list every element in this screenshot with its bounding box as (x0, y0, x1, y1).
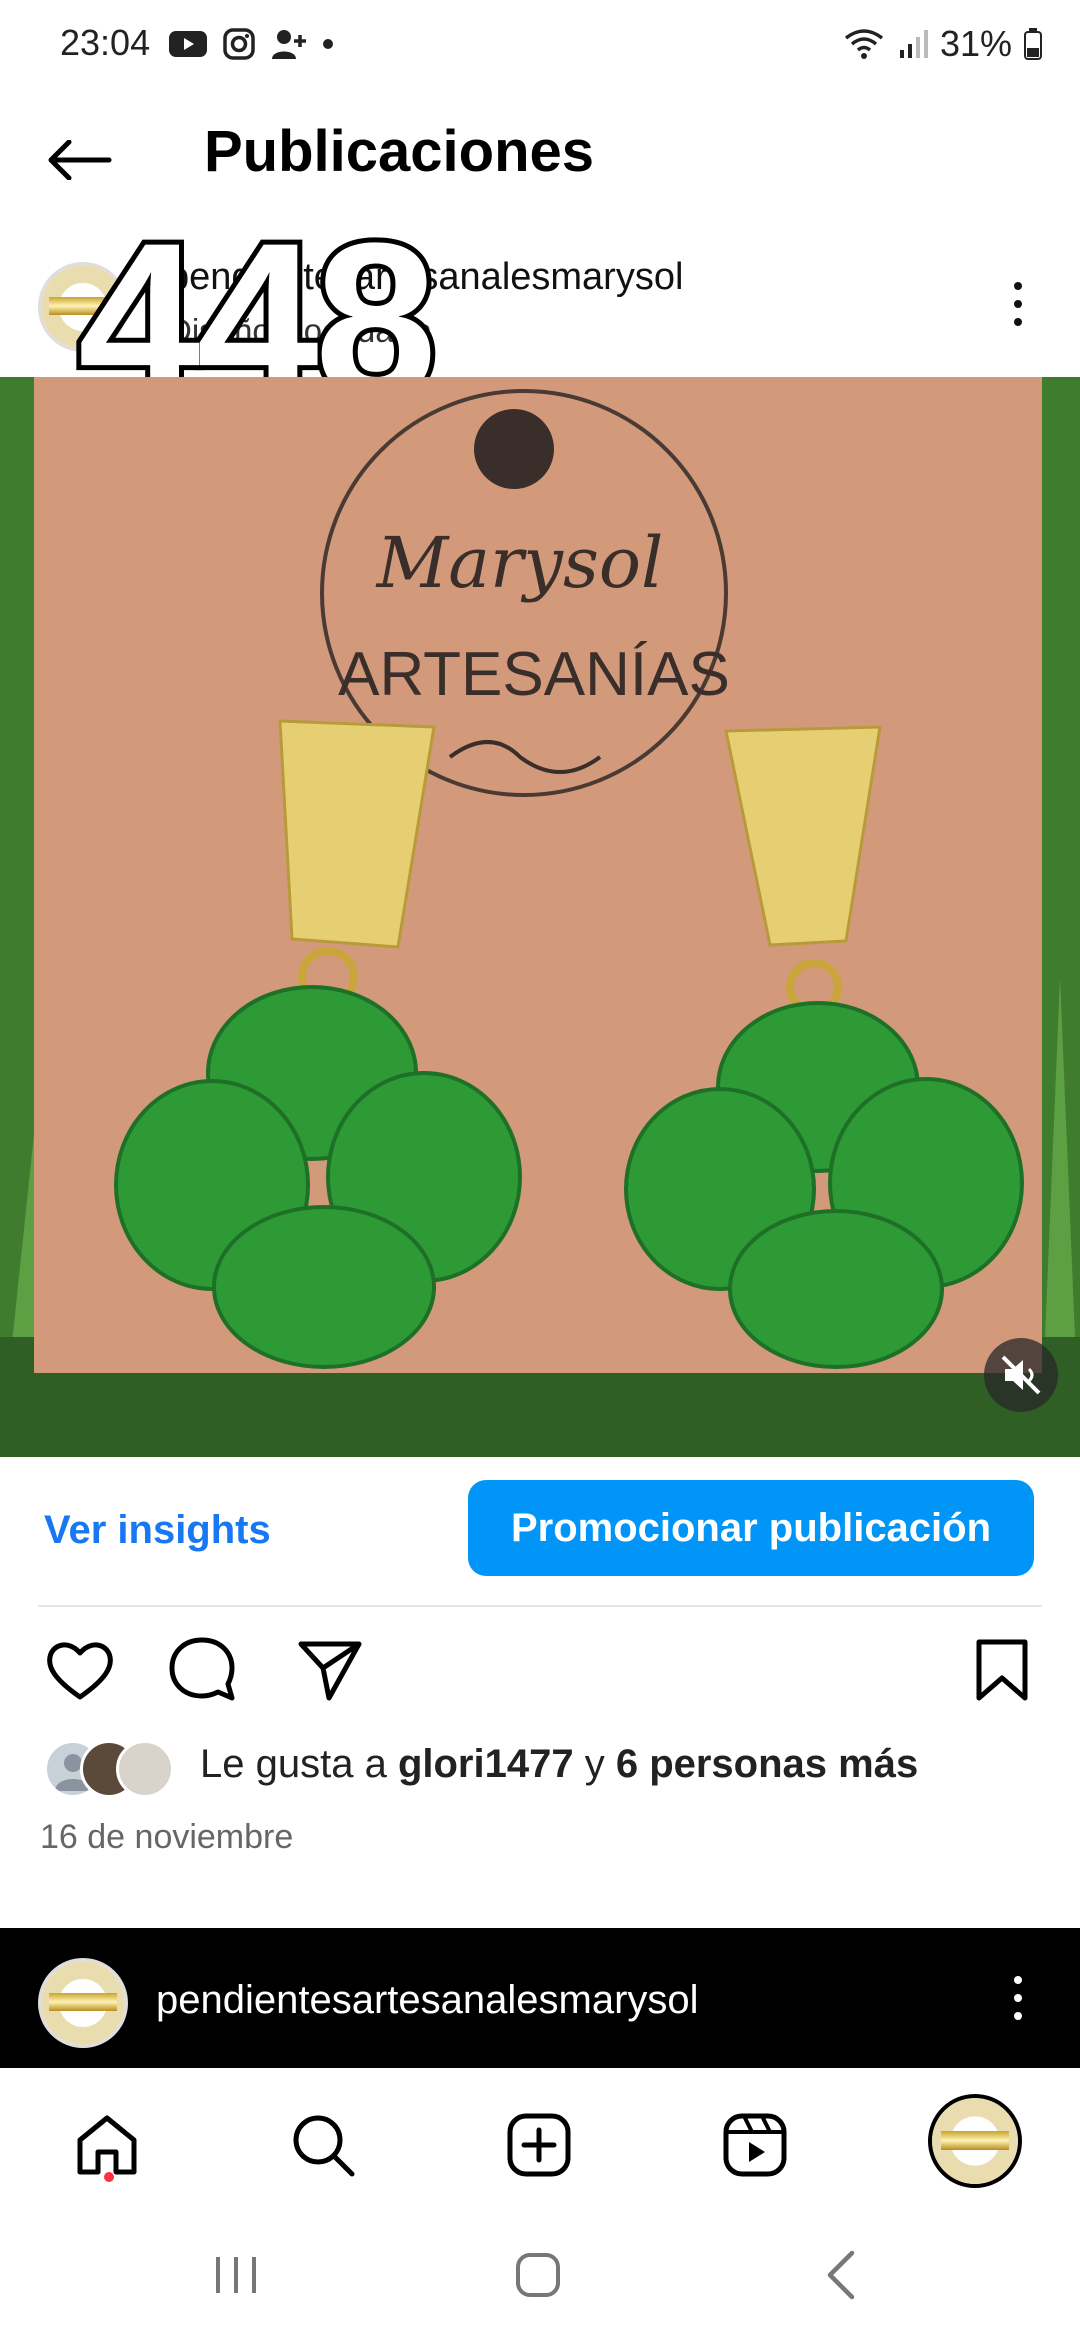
back-button[interactable] (40, 120, 120, 200)
person-add-icon (270, 27, 308, 61)
youtube-icon (168, 29, 208, 59)
recent-apps-icon (212, 2253, 260, 2297)
likes-others[interactable]: 6 personas más (616, 1742, 918, 1786)
comment-button[interactable] (164, 1632, 240, 1708)
home-notification-dot (104, 2172, 114, 2182)
dot-icon (322, 38, 334, 50)
home-icon (74, 2112, 140, 2178)
more-dot-icon (1014, 282, 1022, 290)
liker-avatars[interactable] (44, 1740, 184, 1798)
nav-search[interactable] (278, 2100, 368, 2190)
chevron-left-icon (822, 2249, 862, 2301)
card-brand-name: Marysol (375, 522, 664, 604)
next-post-username[interactable]: pendientesartesanalesmarysol (156, 1978, 699, 2023)
more-dot-icon (1014, 2012, 1022, 2020)
liker-username[interactable]: glori1477 (398, 1742, 574, 1786)
home-square-icon (514, 2251, 562, 2299)
back-system-button[interactable] (802, 2240, 882, 2310)
status-time: 23:04 (60, 22, 151, 63)
save-button[interactable] (964, 1632, 1040, 1708)
post-date: 16 de noviembre (40, 1818, 294, 1856)
recent-apps-button[interactable] (196, 2240, 276, 2310)
more-dot-icon (1014, 1976, 1022, 1984)
post-options-button[interactable] (998, 264, 1038, 344)
signal-icon (898, 28, 928, 60)
more-dot-icon (1014, 1994, 1022, 2002)
comment-bubble-icon (168, 1636, 236, 1704)
instagram-icon (222, 27, 256, 61)
more-dot-icon (1014, 300, 1022, 308)
battery-icon (1024, 28, 1042, 60)
liker-avatar (116, 1740, 174, 1798)
share-button[interactable] (292, 1632, 368, 1708)
view-insights-link[interactable]: Ver insights (44, 1508, 271, 1553)
page-title: Publicaciones (204, 119, 595, 184)
status-icons-left (168, 22, 334, 66)
next-post-options-button[interactable] (998, 1958, 1038, 2038)
paper-plane-icon (297, 1638, 363, 1702)
status-right: 31% (842, 22, 1042, 66)
wifi-icon (842, 26, 886, 62)
card-brand-subtitle: ARTESANÍAS (338, 640, 730, 709)
divider (38, 1605, 1042, 1607)
arrow-left-icon (47, 140, 113, 180)
plus-square-icon (506, 2112, 572, 2178)
search-icon (290, 2112, 356, 2178)
nav-profile[interactable] (928, 2094, 1022, 2188)
battery-text: 31% (939, 23, 1012, 64)
speaker-muted-icon (999, 1353, 1043, 1397)
bookmark-icon (975, 1638, 1029, 1702)
post-image[interactable]: Marysol ARTESANÍAS (0, 377, 1080, 1457)
more-dot-icon (1014, 318, 1022, 326)
reels-icon (722, 2112, 788, 2178)
home-system-button[interactable] (498, 2240, 578, 2310)
nav-reels[interactable] (710, 2100, 800, 2190)
likes-connector: y (573, 1742, 616, 1786)
promote-post-button[interactable]: Promocionar publicación (468, 1480, 1034, 1576)
likes-summary[interactable]: Le gusta a glori1477 y 6 personas más (200, 1742, 918, 1787)
heart-icon (46, 1639, 114, 1701)
nav-create[interactable] (494, 2100, 584, 2190)
next-post-avatar[interactable] (38, 1958, 128, 2048)
mute-button[interactable] (984, 1338, 1058, 1412)
like-button[interactable] (42, 1632, 118, 1708)
likes-prefix: Le gusta a (200, 1742, 398, 1786)
